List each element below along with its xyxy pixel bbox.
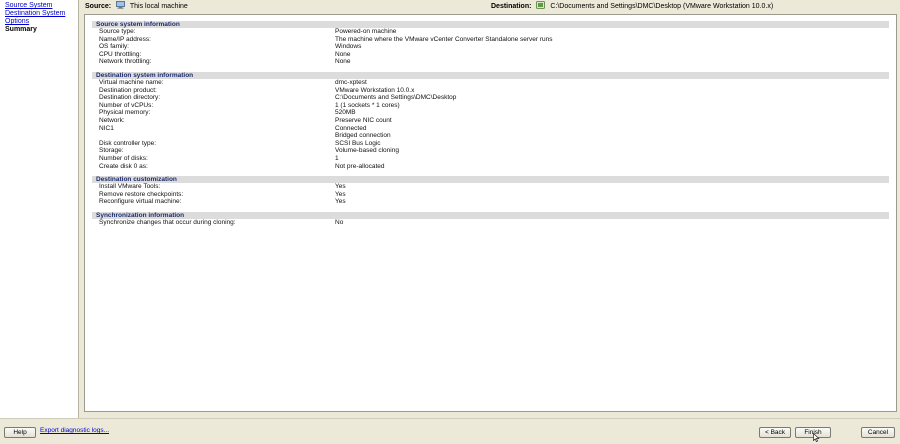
row-key: Physical memory: [99, 109, 151, 117]
row-value: The machine where the VMware vCenter Con… [335, 35, 553, 43]
section-title: Destination customization [92, 176, 889, 184]
main-content: Source: This local machine Destination: … [79, 0, 900, 418]
row-key: Remove restore checkpoints: [99, 190, 184, 198]
wizard-sidebar: Source System Destination System Options… [0, 0, 79, 418]
destination-summary: Destination: C:\Documents and Settings\D… [491, 1, 773, 11]
section-destination-system: Destination system information Virtual m… [85, 71, 896, 171]
section-destination-customization: Destination customization Install VMware… [85, 176, 896, 206]
row-value: SCSI Bus Logic [335, 139, 381, 147]
row-key: Destination directory: [99, 94, 161, 102]
row-key: Number of disks: [99, 154, 148, 162]
summary-row: Synchronize changes that occur during cl… [99, 219, 896, 227]
row-key: Destination product: [99, 86, 157, 94]
row-value: VMware Workstation 10.0.x [335, 86, 415, 94]
section-title: Source system information [92, 21, 889, 28]
row-value: Yes [335, 198, 346, 206]
summary-row: Reconfigure virtual machine: Yes [99, 198, 896, 206]
row-value: 1 (1 sockets * 1 cores) [335, 101, 400, 109]
row-key: Synchronize changes that occur during cl… [99, 218, 236, 226]
row-key: OS family: [99, 43, 129, 51]
source-value: This local machine [129, 2, 188, 10]
summary-row: Create disk 0 as: Not pre-allocated [99, 163, 896, 171]
cancel-button[interactable]: Cancel [861, 427, 895, 438]
summary-row: Destination directory: C:\Documents and S… [99, 94, 896, 102]
mouse-pointer-icon [813, 432, 820, 444]
summary-row: Source type: Powered-on machine [99, 28, 896, 36]
summary-row: Network throttling: None [99, 58, 896, 66]
row-value: Bridged connection [335, 132, 391, 140]
summary-row: Number of disks: 1 [99, 155, 896, 163]
row-key: Virtual machine name: [99, 78, 164, 86]
back-button[interactable]: < Back [759, 427, 791, 438]
wizard-steps: Source System Destination System Options… [0, 0, 78, 34]
export-diagnostic-logs-link[interactable]: Export diagnostic logs... [40, 427, 109, 434]
row-key: Install VMware Tools: [99, 183, 161, 191]
source-summary: Source: This local machine [85, 1, 188, 11]
row-key [99, 132, 335, 140]
row-key: Disk controller type: [99, 139, 157, 147]
row-value: Volume-based cloning [335, 147, 399, 155]
row-key: Reconfigure virtual machine: [99, 198, 182, 206]
row-key: Name/IP address: [99, 35, 151, 43]
destination-value: C:\Documents and Settings\DMC\Desktop (V… [550, 2, 774, 10]
row-value: None [335, 58, 351, 66]
summary-row: Number of vCPUs: 1 (1 sockets * 1 cores) [99, 102, 896, 110]
summary-row: Name/IP address: The machine where the VM… [99, 36, 896, 44]
section-source-system: Source system information Source type: Po… [85, 21, 896, 66]
row-value: Connected [335, 124, 367, 132]
section-title: Synchronization information [92, 211, 889, 219]
row-key: Create disk 0 as: [99, 162, 148, 170]
row-key: CPU throttling: [99, 50, 142, 58]
row-value: 1 [335, 154, 339, 162]
row-value: No [335, 218, 344, 226]
summary-header: Source: This local machine Destination: … [85, 1, 896, 11]
computer-icon [116, 1, 125, 11]
summary-row: Destination product: VMware Workstation 1… [99, 87, 896, 95]
row-key: Network: [99, 116, 125, 124]
summary-row: Bridged connection [99, 132, 896, 140]
summary-row: Physical memory: 520MB [99, 109, 896, 117]
vm-workstation-icon [536, 1, 546, 11]
row-key: Storage: [99, 147, 124, 155]
row-key: Source type: [99, 28, 136, 35]
section-synchronization: Synchronization information Synchronize … [85, 211, 896, 227]
row-key: NIC1 [99, 124, 114, 132]
step-summary: Summary [5, 26, 37, 33]
summary-row: NIC1 Connected [99, 125, 896, 133]
summary-panel: Source system information Source type: Po… [84, 14, 897, 412]
row-value: Yes [335, 190, 346, 198]
row-value: Preserve NIC count [335, 116, 392, 124]
section-title: Destination system information [92, 71, 889, 79]
summary-row: Install VMware Tools: Yes [99, 183, 896, 191]
wizard-footer: Help Export diagnostic logs... < Back Fi… [0, 418, 900, 443]
summary-row: Disk controller type: SCSI Bus Logic [99, 140, 896, 148]
summary-row: CPU throttling: None [99, 51, 896, 59]
source-label: Source: [85, 2, 112, 10]
row-value: Not pre-allocated [335, 162, 385, 170]
summary-row: OS family: Windows [99, 43, 896, 51]
summary-row: Storage: Volume-based cloning [99, 147, 896, 155]
step-destination-system[interactable]: Destination System [0, 10, 78, 18]
row-key: Network throttling: [99, 58, 152, 66]
help-button[interactable]: Help [4, 427, 36, 438]
row-value: None [335, 50, 351, 58]
row-value: Powered-on machine [335, 28, 397, 35]
summary-row: Remove restore checkpoints: Yes [99, 191, 896, 199]
step-source-system[interactable]: Source System [0, 2, 78, 10]
summary-row: Network: Preserve NIC count [99, 117, 896, 125]
step-options[interactable]: Options [0, 18, 78, 26]
row-key: Number of vCPUs: [99, 101, 154, 109]
row-value: 520MB [335, 109, 356, 117]
summary-row: Virtual machine name: dmc-xptest [99, 79, 896, 87]
row-value: Windows [335, 43, 362, 51]
row-value: dmc-xptest [335, 78, 367, 86]
destination-label: Destination: [491, 2, 532, 10]
row-value: C:\Documents and Settings\DMC\Desktop [335, 94, 457, 102]
row-value: Yes [335, 183, 346, 191]
